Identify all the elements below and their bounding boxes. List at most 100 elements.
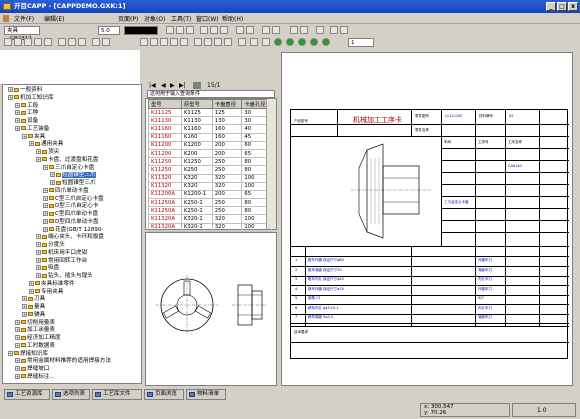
table-row[interactable]: K11320A K320-1 320 100 <box>148 222 272 232</box>
tree-item[interactable]: + 卡盘、过渡盘和花盘 <box>36 156 98 164</box>
expand-toggle-icon[interactable]: + <box>15 110 20 116</box>
tree-item[interactable]: + 四爪单动卡盘 <box>43 187 89 195</box>
page-combo[interactable]: 1 <box>348 38 374 47</box>
expand-toggle-icon[interactable]: + <box>8 87 13 92</box>
tree-item[interactable]: + D型四爪单动卡盘 <box>43 218 98 226</box>
expand-toggle-icon[interactable]: + <box>15 373 20 379</box>
bottom-tab[interactable]: 选项列表 <box>52 389 90 400</box>
bottom-tab[interactable]: 页面浏览 <box>144 389 184 400</box>
zoom-in-icon[interactable] <box>262 26 270 34</box>
run-icon[interactable] <box>274 38 282 46</box>
next-record-button[interactable]: ▶ <box>170 82 175 89</box>
tree-item[interactable]: + 机床用平口虎钳 <box>36 249 87 257</box>
menu-edit[interactable]: 编辑(E) <box>44 14 64 23</box>
expand-toggle-icon[interactable]: + <box>22 296 27 302</box>
tree-item[interactable]: + C型四爪单动卡盘 <box>43 211 98 218</box>
expand-toggle-icon[interactable]: + <box>43 203 48 209</box>
tree-item[interactable]: + 设备 <box>15 118 38 125</box>
weld-icon[interactable] <box>300 26 308 34</box>
expand-toggle-icon[interactable]: + <box>15 366 20 371</box>
expand-toggle-icon[interactable]: + <box>15 319 20 325</box>
expand-toggle-icon[interactable]: + <box>15 358 20 364</box>
arrow-icon[interactable] <box>250 38 258 46</box>
table-row[interactable]: K11250 K1250 250 80 <box>148 157 272 167</box>
tree-item[interactable]: + 加工余量表 <box>15 327 55 334</box>
menu-file[interactable]: 文件(F) <box>14 14 34 23</box>
filter-input[interactable]: 这何用于输入查询条件 <box>147 90 275 98</box>
expand-toggle-icon[interactable]: + <box>43 195 48 201</box>
expand-toggle-icon[interactable]: + <box>36 273 41 278</box>
close-button[interactable]: x <box>568 2 578 11</box>
align-left-icon[interactable] <box>200 26 208 34</box>
grid-icon[interactable] <box>140 38 148 46</box>
tree-item[interactable]: + 花盘(GB/T 12890- <box>43 226 103 234</box>
bottom-tab[interactable]: 工艺资源库 <box>4 389 50 400</box>
column-header[interactable]: 原型号 <box>180 99 213 109</box>
table-row[interactable]: K11200A K1200-1 200 65 <box>148 189 272 200</box>
tree-item[interactable]: + 顶尖 <box>36 149 59 156</box>
check-icon[interactable] <box>262 38 270 46</box>
expand-toggle-icon[interactable]: + <box>15 118 20 123</box>
table-row[interactable]: K11250 K250 250 80 <box>148 165 272 175</box>
text-icon[interactable] <box>170 38 178 46</box>
table-row[interactable]: K11320 K320 320 100 <box>148 173 272 183</box>
tree-item[interactable]: + 一般资料 <box>8 87 42 94</box>
expand-toggle-icon[interactable]: + <box>36 249 41 255</box>
tree-item[interactable]: + 短圆锥型三爪 <box>50 180 96 187</box>
new-icon[interactable] <box>4 38 12 46</box>
menu-object[interactable]: 对象(O) <box>144 14 165 23</box>
column-header[interactable]: 型号 <box>148 99 182 109</box>
forward-icon[interactable] <box>298 38 306 46</box>
expand-toggle-icon[interactable]: + <box>43 226 48 232</box>
tree-item[interactable]: + 夹具标准零件 <box>29 280 75 288</box>
expand-toggle-icon[interactable]: + <box>15 102 20 108</box>
expand-toggle-icon[interactable]: + <box>15 335 20 340</box>
expand-toggle-icon[interactable]: + <box>29 280 34 286</box>
font-size-combo[interactable]: 5.0 <box>98 26 120 35</box>
table-row[interactable]: K11200 K200 200 65 <box>148 148 272 159</box>
save-icon[interactable] <box>24 38 32 46</box>
replace-icon[interactable] <box>102 38 110 46</box>
expand-toggle-icon[interactable]: + <box>36 156 41 162</box>
tree-item[interactable]: + D型三爪自定心卡 <box>43 203 98 210</box>
help-icon[interactable] <box>238 38 246 46</box>
menu-tools[interactable]: 工具(T) <box>171 14 191 23</box>
expand-toggle-icon[interactable]: + <box>15 125 20 131</box>
grid-view-icon[interactable] <box>193 82 201 89</box>
tree-item[interactable]: + 焊缝坡口 <box>15 366 49 373</box>
bottom-tab[interactable]: 工艺库文件 <box>92 389 142 400</box>
expand-toggle-icon[interactable]: + <box>22 311 27 317</box>
menu-help[interactable]: 帮助(H) <box>222 14 243 23</box>
menu-window[interactable]: 窗口(W) <box>196 14 219 23</box>
tree-item[interactable]: + 短圆锥型三爪 <box>50 172 96 179</box>
tree-item[interactable]: + C型三爪自定心卡盘 <box>43 195 104 203</box>
expand-toggle-icon[interactable]: + <box>29 141 34 147</box>
tree-item[interactable]: + 分度头 <box>36 242 65 249</box>
cut-icon[interactable] <box>58 38 66 46</box>
expand-toggle-icon[interactable]: + <box>22 304 27 309</box>
table-row[interactable]: K11160 K1160 160 40 <box>148 124 272 134</box>
table-row[interactable]: K11250A K250-1 250 80 <box>148 198 272 208</box>
bold-icon[interactable] <box>166 26 174 34</box>
tree-item[interactable]: + 专用夹具 <box>29 288 63 296</box>
tree-item[interactable]: + 夹具 <box>22 133 45 141</box>
align-center-icon[interactable] <box>210 26 218 34</box>
tree-item[interactable]: + 通用夹具 <box>29 141 63 148</box>
print-icon[interactable] <box>34 38 42 46</box>
expand-toggle-icon[interactable]: + <box>8 350 13 356</box>
tree-item[interactable]: + 三爪自定心卡盘 <box>43 164 94 172</box>
table-scrollbar[interactable] <box>266 99 276 229</box>
tree-item[interactable]: + 机加工知识库 <box>8 94 54 102</box>
zoom-out-icon[interactable] <box>272 26 280 34</box>
tree-item[interactable]: + 焊缝标注... <box>15 373 55 381</box>
table-row[interactable]: K11320 K320 320 100 <box>148 181 272 191</box>
expand-toggle-icon[interactable]: + <box>36 242 41 247</box>
table-row[interactable]: K11130 K1130 130 30 <box>148 116 272 126</box>
tree-item[interactable]: + 切削用量表 <box>15 319 55 327</box>
image-icon[interactable] <box>180 38 188 46</box>
expand-toggle-icon[interactable]: + <box>50 172 55 178</box>
tree-item[interactable]: + 工种 <box>15 110 38 117</box>
symbol-icon[interactable] <box>290 26 298 34</box>
frame-icon[interactable] <box>150 38 158 46</box>
open-icon[interactable] <box>14 38 22 46</box>
